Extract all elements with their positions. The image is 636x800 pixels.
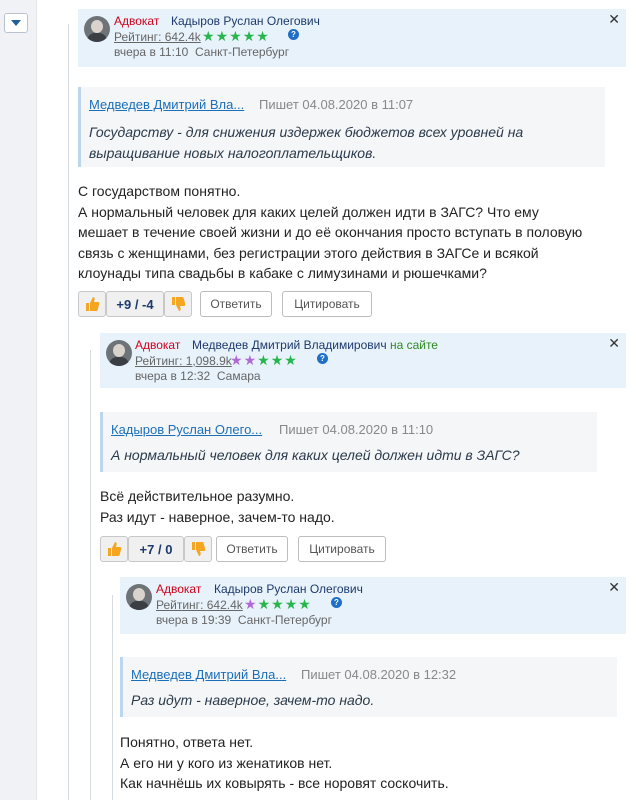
author-role: Адвокат xyxy=(135,338,181,352)
rating-stars: ★★★★★ xyxy=(230,352,298,369)
comment-date: вчера в 12:32 xyxy=(135,369,211,383)
rating-link[interactable]: Рейтинг: 1,098.9k xyxy=(135,354,232,368)
left-gutter xyxy=(0,0,37,800)
rating-link[interactable]: Рейтинг: 642.4k xyxy=(114,30,201,44)
help-icon[interactable]: ? xyxy=(331,597,342,608)
comment-date: вчера в 19:39 xyxy=(156,613,232,627)
quote-author-link[interactable]: Кадыров Руслан Олего... xyxy=(111,422,262,437)
quote-text: Государству - для снижения издержек бюдж… xyxy=(89,124,524,161)
quote-meta: Пишет 04.08.2020 в 11:10 xyxy=(279,422,434,437)
comment: Адвокат Кадыров Руслан Олегович Рейтинг:… xyxy=(120,577,626,800)
rating-value: 642.4k xyxy=(164,30,201,44)
comment-header: Адвокат Кадыров Руслан Олегович Рейтинг:… xyxy=(120,577,626,634)
author-name[interactable]: Кадыров Руслан Олегович xyxy=(214,582,363,596)
star-icon: ★ xyxy=(257,596,272,612)
star-icon: ★ xyxy=(243,352,258,368)
help-icon[interactable]: ? xyxy=(288,29,299,40)
help-icon[interactable]: ? xyxy=(317,353,328,364)
chevron-down-icon xyxy=(11,20,21,26)
comment-body: Понятно, ответа нет. А его ни у кого из … xyxy=(120,734,449,791)
online-status: на сайте xyxy=(389,338,438,352)
rating-stars: ★★★★★ xyxy=(202,28,270,45)
thumbs-down-icon xyxy=(172,297,186,311)
dislike-button[interactable] xyxy=(184,536,212,562)
comment-date: вчера в 11:10 xyxy=(114,45,189,59)
thumbs-up-icon xyxy=(86,297,100,311)
rating-value: 642.4k xyxy=(206,598,243,612)
rating-stars: ★★★★★ xyxy=(244,596,312,613)
star-icon: ★ xyxy=(257,352,271,368)
quote-block: Кадыров Руслан Олего... Пишет 04.08.2020… xyxy=(100,412,597,472)
quote-meta: Пишет 04.08.2020 в 11:07 xyxy=(259,97,414,112)
avatar[interactable] xyxy=(106,340,132,366)
reply-button[interactable]: Ответить xyxy=(216,536,288,562)
close-icon[interactable]: ✕ xyxy=(608,335,620,352)
comment-city: Санкт-Петербург xyxy=(194,45,290,59)
comment-meta: вчера в 11:10 Санкт-Петербург xyxy=(114,45,289,59)
comment: Адвокат Кадыров Руслан Олегович Рейтинг:… xyxy=(78,9,626,319)
avatar[interactable] xyxy=(126,584,152,610)
star-icon: ★ xyxy=(202,28,216,44)
star-icon: ★ xyxy=(244,596,258,612)
comment-meta: вчера в 19:39 Санкт-Петербург xyxy=(156,613,332,627)
author-role: Адвокат xyxy=(156,582,202,596)
thread-line xyxy=(90,350,91,800)
star-icon: ★ xyxy=(298,596,312,612)
thread-line xyxy=(68,24,69,800)
comment-header: Адвокат Медведев Дмитрий Владимирович на… xyxy=(100,333,626,388)
cite-button[interactable]: Цитировать xyxy=(298,536,386,562)
author-name[interactable]: Кадыров Руслан Олегович xyxy=(171,14,320,28)
star-icon: ★ xyxy=(215,28,230,44)
comment-body: Всё действительное разумно. Раз идут - н… xyxy=(100,488,335,525)
vote-score: +9 / -4 xyxy=(106,291,164,317)
star-icon: ★ xyxy=(242,28,257,44)
cite-button[interactable]: Цитировать xyxy=(282,291,372,317)
star-icon: ★ xyxy=(284,352,298,368)
star-icon: ★ xyxy=(270,352,285,368)
author-role: Адвокат xyxy=(114,14,160,28)
close-icon[interactable]: ✕ xyxy=(608,579,620,596)
dislike-button[interactable] xyxy=(164,291,192,317)
comment-body: С государством понятно. А нормальный чел… xyxy=(78,183,583,281)
star-icon: ★ xyxy=(271,596,285,612)
quote-author-link[interactable]: Медведев Дмитрий Вла... xyxy=(89,97,244,112)
author-name[interactable]: Медведев Дмитрий Владимирович на сайте xyxy=(192,338,438,352)
rating-link[interactable]: Рейтинг: 642.4k xyxy=(156,598,243,612)
close-icon[interactable]: ✕ xyxy=(608,11,620,28)
quote-block: Медведев Дмитрий Вла... Пишет 04.08.2020… xyxy=(120,657,617,717)
quote-block: Медведев Дмитрий Вла... Пишет 04.08.2020… xyxy=(78,87,605,167)
star-icon: ★ xyxy=(229,28,243,44)
rating-value: 1,098.9k xyxy=(185,354,232,368)
quote-text: Раз идут - наверное, зачем-то надо. xyxy=(131,692,375,708)
quote-author-link[interactable]: Медведев Дмитрий Вла... xyxy=(131,667,286,682)
thumbs-down-icon xyxy=(192,542,206,556)
comment-city: Самара xyxy=(216,369,261,383)
comment-header: Адвокат Кадыров Руслан Олегович Рейтинг:… xyxy=(78,9,626,67)
comment-meta: вчера в 12:32 Самара xyxy=(135,369,261,383)
reply-button[interactable]: Ответить xyxy=(200,291,272,317)
like-button[interactable] xyxy=(78,291,106,317)
star-icon: ★ xyxy=(256,28,270,44)
quote-meta: Пишет 04.08.2020 в 12:32 xyxy=(301,667,457,682)
thumbs-up-icon xyxy=(108,542,122,556)
star-icon: ★ xyxy=(230,352,244,368)
comment-city: Санкт-Петербург xyxy=(237,613,332,627)
like-button[interactable] xyxy=(100,536,128,562)
collapse-thread-button[interactable] xyxy=(4,13,28,33)
vote-score: +7 / 0 xyxy=(128,536,184,562)
star-icon: ★ xyxy=(284,596,299,612)
thread-line xyxy=(112,595,113,800)
comment: Адвокат Медведев Дмитрий Владимирович на… xyxy=(100,333,626,563)
quote-text: А нормальный человек для каких целей дол… xyxy=(111,447,520,463)
avatar[interactable] xyxy=(84,16,110,42)
